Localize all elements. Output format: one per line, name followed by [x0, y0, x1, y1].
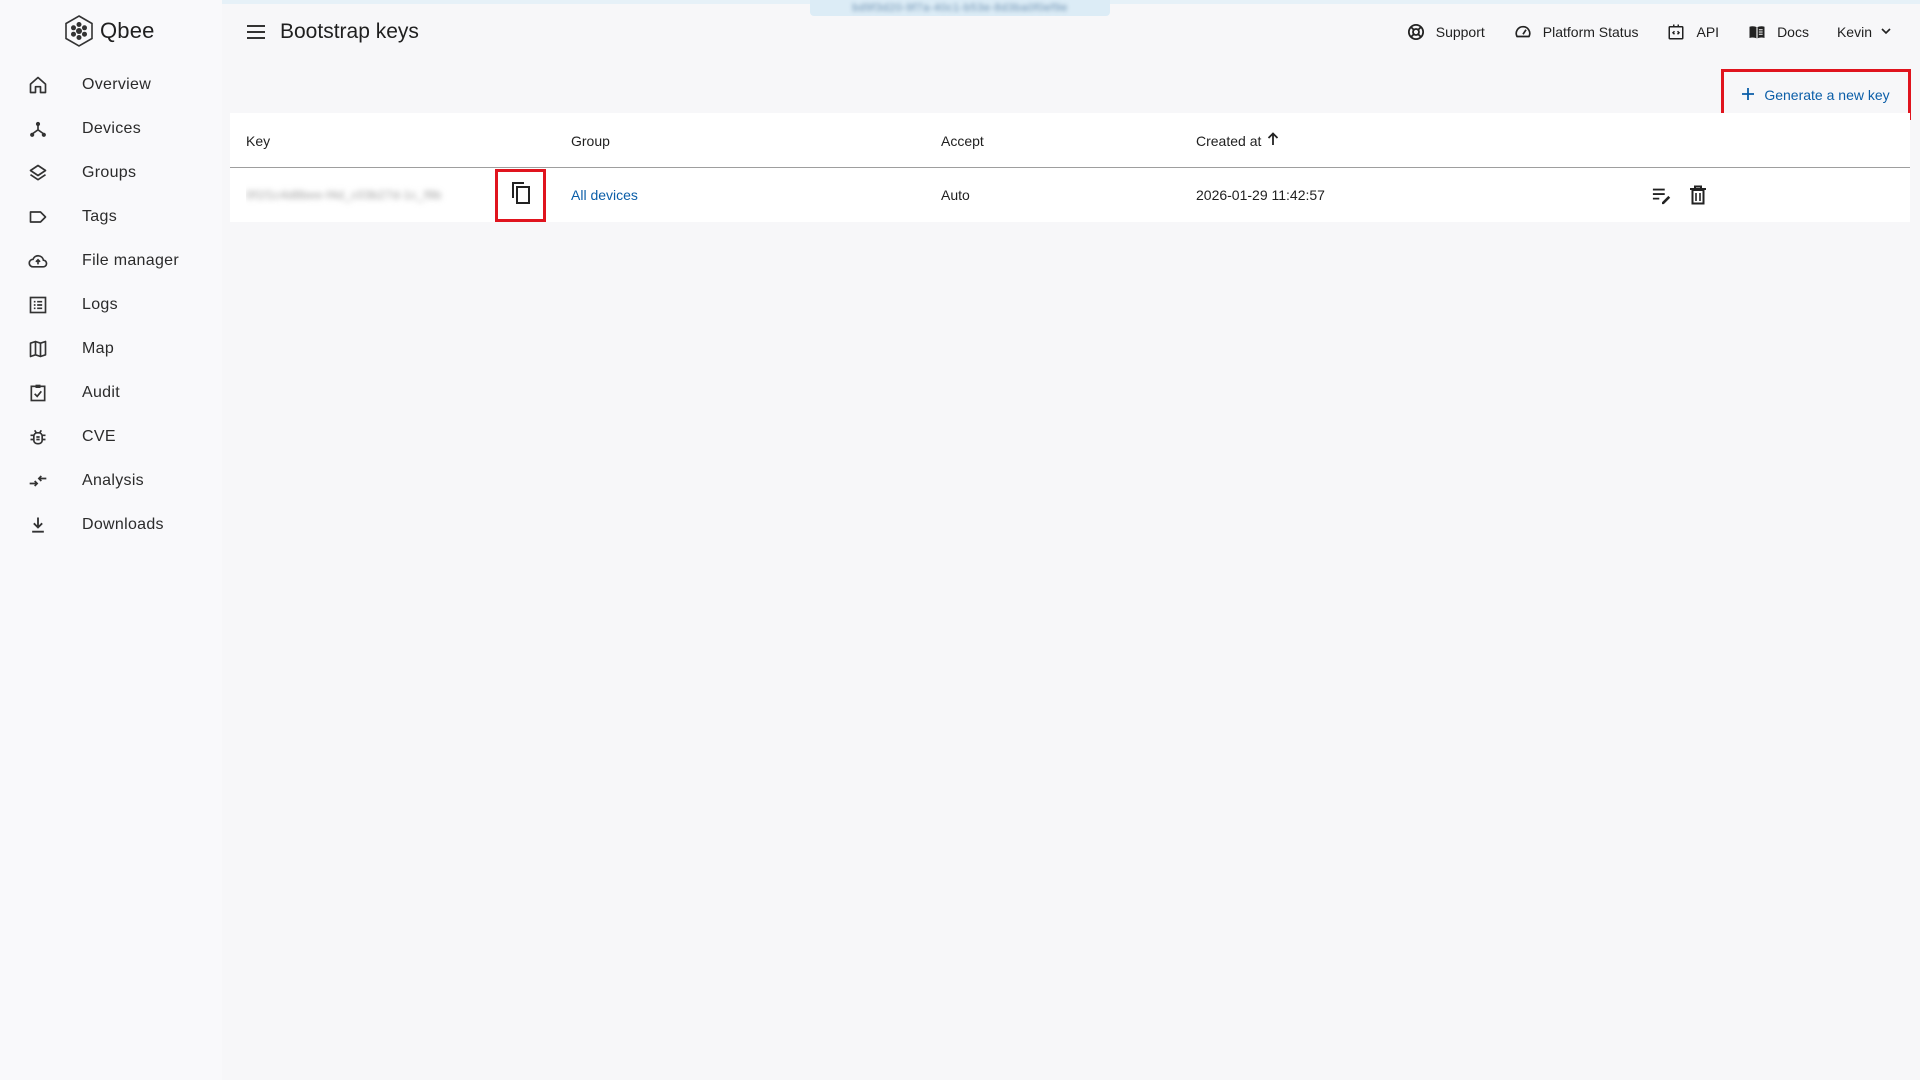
sidebar-item-tags[interactable]: Tags: [0, 195, 222, 239]
sidebar-item-file-manager[interactable]: File manager: [0, 239, 222, 283]
sidebar-item-label: Groups: [82, 164, 137, 181]
compare-arrows-icon: [26, 469, 50, 493]
copy-icon: [510, 181, 532, 210]
delete-icon[interactable]: [1684, 181, 1712, 209]
api-label: API: [1696, 24, 1720, 40]
sidebar: Qbee Overview Devices Groups Tags File m…: [0, 0, 222, 1080]
sidebar-item-devices[interactable]: Devices: [0, 107, 222, 151]
sidebar-item-label: Audit: [82, 384, 120, 401]
qbee-logo-icon: [65, 15, 93, 47]
header-created-label: Created at: [1196, 132, 1262, 149]
header-accept: Accept: [941, 132, 984, 149]
generate-key-button[interactable]: Generate a new key: [1724, 72, 1908, 117]
sidebar-item-label: Overview: [82, 76, 152, 93]
sidebar-item-audit[interactable]: Audit: [0, 371, 222, 415]
bootstrap-keys-table: Key Group Accept Created at 0f1f1c4d8bee…: [230, 113, 1910, 222]
group-cell: All devices: [571, 168, 638, 222]
map-icon: [26, 337, 50, 361]
copy-key-button[interactable]: [495, 169, 546, 222]
layers-icon: [26, 161, 50, 185]
support-label: Support: [1435, 24, 1485, 40]
tag-icon: [26, 205, 50, 229]
generate-key-label: Generate a new key: [1764, 86, 1890, 103]
audit-icon: [26, 381, 50, 405]
gauge-icon: [1513, 22, 1533, 42]
page-title: Bootstrap keys: [280, 20, 419, 43]
sidebar-item-label: Tags: [82, 208, 117, 225]
sidebar-item-overview[interactable]: Overview: [0, 63, 222, 107]
sidebar-item-groups[interactable]: Groups: [0, 151, 222, 195]
header-links: Support Platform Status API Docs Kevin: [1406, 0, 1894, 64]
book-icon: [1747, 22, 1767, 42]
key-cell: 0f1f1c4d8bee-f4d_c03b27d-1c_f9b: [246, 168, 486, 222]
user-menu[interactable]: Kevin: [1837, 23, 1894, 42]
menu-icon[interactable]: [242, 18, 270, 46]
header-key: Key: [246, 132, 271, 149]
api-icon: [1666, 22, 1686, 42]
user-name: Kevin: [1836, 24, 1872, 40]
group-link[interactable]: All devices: [571, 187, 638, 203]
table-header: Key Group Accept Created at: [230, 113, 1910, 168]
key-value: 0f1f1c4d8bee-f4d_c03b27d-1c_f9b: [246, 188, 442, 202]
table-row: 0f1f1c4d8bee-f4d_c03b27d-1c_f9b All devi…: [230, 168, 1910, 222]
sidebar-item-logs[interactable]: Logs: [0, 283, 222, 327]
sidebar-item-label: Logs: [82, 296, 118, 313]
sidebar-item-label: Devices: [82, 120, 142, 137]
sidebar-item-label: CVE: [82, 428, 116, 445]
header-created-at[interactable]: Created at: [1196, 113, 1279, 168]
edit-icon[interactable]: [1648, 181, 1676, 209]
cloud-upload-icon: [26, 249, 50, 273]
chevron-down-icon: [1878, 23, 1894, 42]
accept-cell: Auto: [941, 187, 970, 203]
sidebar-item-cve[interactable]: CVE: [0, 415, 222, 459]
api-link[interactable]: API: [1666, 22, 1719, 42]
sidebar-item-label: Analysis: [82, 472, 144, 489]
sidebar-item-label: Map: [82, 340, 115, 357]
download-icon: [26, 513, 50, 537]
app-logo[interactable]: Qbee: [64, 13, 155, 49]
sidebar-item-label: File manager: [82, 252, 179, 269]
support-icon: [1406, 22, 1426, 42]
docs-link[interactable]: Docs: [1747, 22, 1809, 42]
docs-label: Docs: [1777, 24, 1809, 40]
row-actions: [1648, 168, 1712, 222]
plus-icon: [1742, 87, 1755, 103]
header-group: Group: [571, 132, 610, 149]
arrow-up-icon: [1267, 132, 1279, 149]
home-icon: [26, 73, 50, 97]
sidebar-item-map[interactable]: Map: [0, 327, 222, 371]
sidebar-nav: Overview Devices Groups Tags File manage…: [0, 63, 222, 547]
support-link[interactable]: Support: [1406, 22, 1485, 42]
platform-status-label: Platform Status: [1542, 24, 1639, 40]
sidebar-item-analysis[interactable]: Analysis: [0, 459, 222, 503]
sidebar-item-label: Downloads: [82, 516, 164, 533]
sidebar-item-downloads[interactable]: Downloads: [0, 503, 222, 547]
created-cell: 2026-01-29 11:42:57: [1196, 187, 1325, 203]
platform-status-link[interactable]: Platform Status: [1513, 22, 1639, 42]
devices-icon: [26, 117, 50, 141]
logs-icon: [26, 293, 50, 317]
bug-icon: [26, 425, 50, 449]
app-name: Qbee: [100, 18, 155, 43]
top-header: Bootstrap keys Support Platform Status A…: [230, 0, 1920, 64]
